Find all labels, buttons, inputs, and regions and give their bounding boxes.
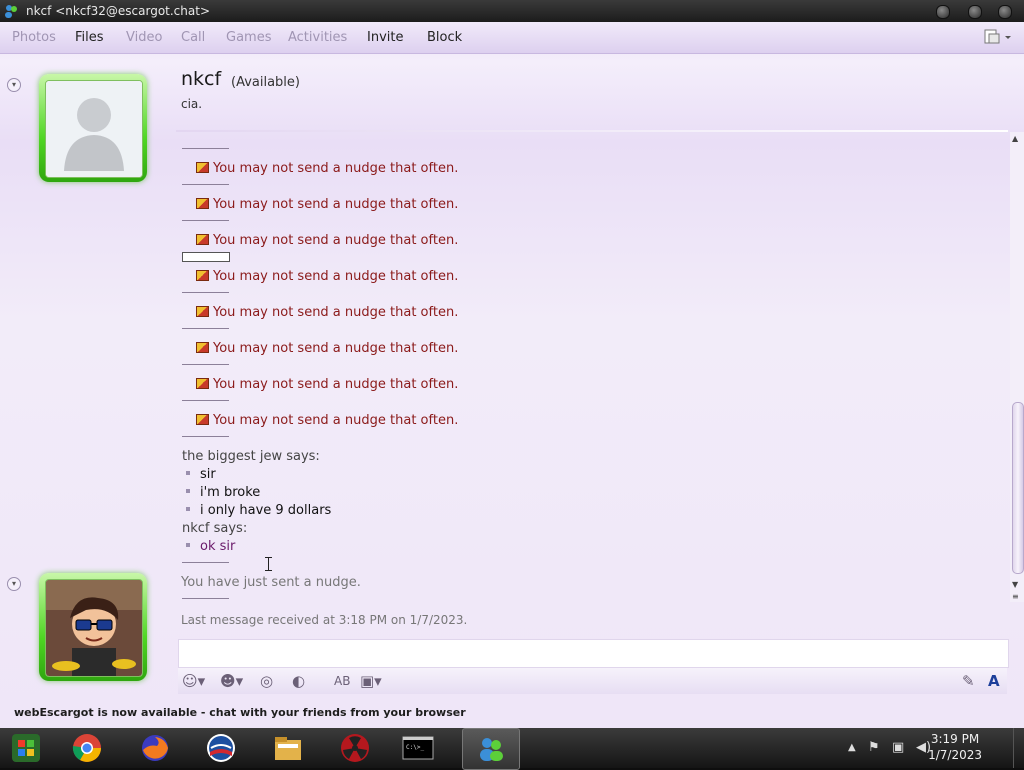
message-input[interactable] — [178, 639, 1009, 668]
scroll-thumb[interactable] — [1012, 402, 1024, 574]
message-separator — [182, 148, 229, 149]
command-prompt-icon[interactable]: C:\>_ — [402, 732, 434, 764]
message-separator — [182, 184, 229, 185]
clock-time: 3:19 PM — [930, 732, 980, 746]
title-bar: nkcf <nkcf32@escargot.chat> — [0, 0, 1024, 22]
options-menu-icon[interactable] — [984, 29, 1012, 45]
menu-invite[interactable]: Invite — [367, 30, 403, 45]
conversation-scrollbar[interactable]: ▲ ▼ ≡ — [1010, 132, 1024, 602]
message-line: i'm broke — [186, 485, 260, 500]
collapse-contact-pic-button[interactable]: ▾ — [7, 78, 21, 92]
window-title: nkcf <nkcf32@escargot.chat> — [26, 4, 210, 18]
message-separator — [182, 328, 229, 329]
message-line: sir — [186, 467, 216, 482]
contact-personal-message: cia. — [181, 97, 203, 111]
messenger-app-icon — [5, 5, 17, 18]
menu-files[interactable]: Files — [75, 30, 104, 45]
nudge-warning: You may not send a nudge that often. — [196, 197, 458, 212]
message-line: ok sir — [186, 539, 235, 554]
message-separator — [182, 400, 229, 401]
nudge-icon[interactable]: ◎ — [260, 672, 273, 690]
menu-activities[interactable]: Activities — [288, 30, 347, 45]
menu-block[interactable]: Block — [427, 30, 462, 45]
message-separator — [182, 364, 229, 365]
font-icon[interactable]: AB — [334, 674, 350, 688]
menu-photos[interactable]: Photos — [12, 30, 56, 45]
scroll-end-icon[interactable]: ≡ — [1012, 592, 1019, 601]
taskbar-active-item[interactable] — [462, 728, 520, 770]
scroll-down-arrow-icon[interactable]: ▼ — [1012, 580, 1018, 589]
nudge-icon — [196, 378, 209, 389]
message-separator — [182, 252, 230, 262]
message-line: i only have 9 dollars — [186, 503, 331, 518]
last-message-timestamp: Last message received at 3:18 PM on 1/7/… — [181, 613, 468, 627]
wink-picker-icon[interactable]: ☻▾ — [220, 672, 243, 690]
maximize-button[interactable] — [968, 5, 982, 19]
cartoon-avatar-icon — [46, 580, 142, 676]
nudge-warning: You may not send a nudge that often. — [196, 233, 458, 248]
collapse-my-pic-button[interactable]: ▾ — [7, 577, 21, 591]
action-menu-bar: Photos Files Video Call Games Activities… — [0, 22, 1024, 54]
conversation-window: Photos Files Video Call Games Activities… — [0, 22, 1024, 728]
action-center-flag-icon[interactable]: ⚑ — [868, 740, 880, 755]
conversation-history[interactable]: You may not send a nudge that often. You… — [176, 132, 1008, 602]
nudge-warning: You may not send a nudge that often. — [196, 377, 458, 392]
nudge-icon — [196, 270, 209, 281]
background-picker-icon[interactable]: ▣▾ — [360, 672, 382, 690]
menu-call[interactable]: Call — [181, 30, 205, 45]
contact-status: (Available) — [231, 75, 300, 90]
menu-games[interactable]: Games — [226, 30, 271, 45]
nudge-icon — [196, 198, 209, 209]
message-separator — [182, 436, 229, 437]
obama-logo-icon[interactable] — [205, 732, 237, 764]
radiation-app-icon[interactable] — [339, 732, 371, 764]
voice-clip-icon[interactable]: ◐ — [292, 672, 305, 690]
scroll-up-arrow-icon[interactable]: ▲ — [1012, 134, 1018, 143]
tray-expand-icon[interactable]: ▲ — [848, 742, 856, 753]
message-separator — [182, 562, 229, 563]
close-button[interactable] — [998, 5, 1012, 19]
start-button-icon[interactable] — [10, 732, 42, 764]
message-separator — [182, 220, 229, 221]
input-toolbar: ☺▾ ☻▾ ◎ ◐ AB ▣▾ ✎ A — [178, 668, 1007, 694]
messenger-taskbar-icon — [480, 738, 503, 761]
message-separator — [182, 598, 229, 599]
firefox-icon[interactable] — [139, 732, 171, 764]
nudge-icon — [196, 234, 209, 245]
nudge-warning: You may not send a nudge that often. — [196, 413, 458, 428]
network-icon[interactable]: ▣ — [892, 740, 904, 755]
contact-avatar-frame[interactable] — [39, 74, 147, 182]
text-cursor-icon — [265, 557, 272, 571]
clock-date: 1/7/2023 — [928, 748, 982, 762]
nudge-icon — [196, 162, 209, 173]
handwriting-icon[interactable]: ✎ — [962, 672, 975, 690]
speaker-header: nkcf says: — [182, 521, 248, 536]
nudge-warning: You may not send a nudge that often. — [196, 161, 458, 176]
nudge-warning: You may not send a nudge that often. — [196, 341, 458, 356]
contact-name: nkcf — [181, 68, 222, 90]
svg-text:C:\>_: C:\>_ — [406, 744, 424, 751]
system-clock[interactable]: 3:19 PM 1/7/2023 — [928, 731, 982, 763]
nudge-icon — [196, 342, 209, 353]
minimize-button[interactable] — [936, 5, 950, 19]
text-format-icon[interactable]: A — [988, 672, 1000, 690]
nudge-icon — [196, 414, 209, 425]
speaker-header: the biggest jew says: — [182, 449, 320, 464]
my-avatar-frame[interactable] — [39, 573, 147, 681]
nudge-icon — [196, 306, 209, 317]
sent-nudge-notice: You have just sent a nudge. — [181, 575, 361, 590]
contact-avatar — [45, 80, 143, 178]
my-avatar — [45, 579, 143, 677]
menu-video[interactable]: Video — [126, 30, 162, 45]
nudge-warning: You may not send a nudge that often. — [196, 269, 458, 284]
default-user-icon — [46, 81, 142, 177]
notification-banner[interactable]: webEscargot is now available - chat with… — [14, 706, 466, 719]
taskbar: C:\>_ ▲ ⚑ ▣ ◀) 3:19 PM 1/7/2023 — [0, 728, 1024, 770]
chrome-icon[interactable] — [71, 732, 103, 764]
nudge-warning: You may not send a nudge that often. — [196, 305, 458, 320]
emoticon-picker-icon[interactable]: ☺▾ — [182, 672, 205, 690]
show-desktop-button[interactable] — [1013, 728, 1024, 768]
file-explorer-icon[interactable] — [272, 732, 304, 764]
message-separator — [182, 292, 229, 293]
